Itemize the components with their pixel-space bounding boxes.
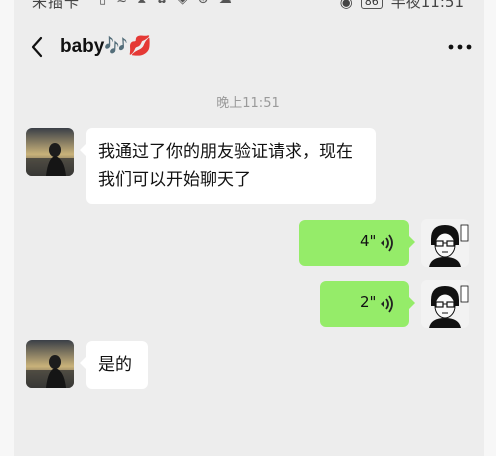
voice-duration: 4" — [360, 232, 377, 250]
status-right: ◉ 86 半夜11:51 — [340, 0, 464, 12]
status-time: 半夜11:51 — [390, 0, 464, 11]
voice-duration: 2" — [360, 293, 377, 311]
status-bar: 未插卡 ▯ ≋ ⧗ ✿ ◈ ⊛ ☁ ⋯ ◉ 86 半夜11:51 — [0, 0, 496, 11]
screen-edge-left — [0, 0, 14, 456]
voice-wave-icon — [381, 295, 393, 313]
carrier-label: 未插卡 — [32, 0, 81, 11]
status-icons: ▯ ≋ ⧗ ✿ ◈ ⊛ ☁ ⋯ — [99, 0, 258, 7]
sunset-portrait-image — [26, 340, 74, 388]
battery-indicator: 86 — [360, 0, 383, 9]
message-bubble-received[interactable]: 我通过了你的朋友验证请求，现在 我们可以开始聊天了 — [80, 128, 376, 204]
voice-message-bubble[interactable]: 4" — [299, 220, 415, 266]
contact-avatar[interactable] — [26, 128, 74, 176]
eye-icon: ◉ — [339, 0, 353, 11]
user-avatar[interactable] — [421, 219, 469, 267]
message-bubble-received[interactable]: 是的 — [80, 341, 148, 389]
contact-avatar[interactable] — [26, 340, 74, 388]
user-avatar[interactable] — [421, 280, 469, 328]
voice-message-bubble[interactable]: 2" — [320, 281, 415, 327]
message-text-line: 我们可以开始聊天了 — [98, 170, 251, 189]
message-text-line: 是的 — [98, 355, 132, 374]
sunset-portrait-image — [26, 128, 74, 176]
voice-wave-icon — [381, 234, 393, 252]
chat-title: baby🎶💋 — [60, 36, 152, 57]
chat-header: baby🎶💋 — [14, 26, 484, 70]
message-text-line: 我通过了你的朋友验证请求，现在 — [98, 142, 353, 161]
manga-character-image — [421, 280, 469, 328]
back-arrow-icon[interactable] — [28, 34, 48, 60]
screen-edge-right — [484, 0, 496, 456]
manga-character-image — [421, 219, 469, 267]
more-options-icon[interactable] — [446, 38, 474, 56]
message-timestamp: 晚上11:51 — [216, 96, 280, 111]
